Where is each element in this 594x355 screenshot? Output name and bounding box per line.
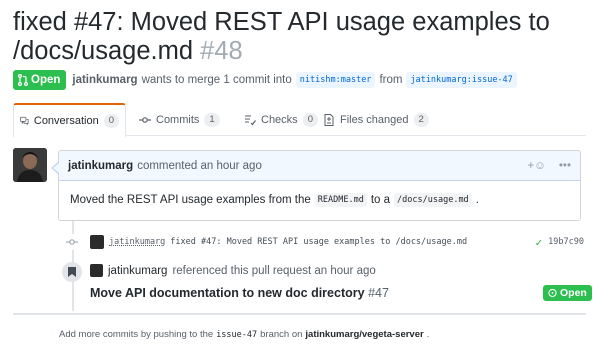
footer-middle: branch on [260, 329, 303, 340]
comment-body: Moved the REST API usage examples from t… [59, 181, 580, 219]
more-options-icon[interactable]: ••• [559, 160, 571, 172]
footer-suffix: . [426, 329, 430, 340]
head-branch[interactable]: jatinkumarg:issue-47 [406, 72, 517, 88]
comment-body-text-start: Moved the REST API usage examples from t… [70, 194, 311, 206]
pr-state-label: Open [31, 74, 61, 86]
pr-merge-text: wants to merge 1 commit into [141, 74, 292, 86]
referenced-issue-state-label: Open [560, 287, 587, 299]
commit-author-avatar[interactable] [90, 235, 104, 249]
tab-commits-count: 1 [204, 112, 220, 127]
pr-meta: Open jatinkumarg wants to merge 1 commit… [13, 70, 517, 90]
timeline-footer: Add more commits by pushing to the issue… [59, 329, 429, 340]
comment-actions: +☺ ••• [527, 160, 571, 172]
comment-code-readme: README.md [314, 193, 367, 207]
tab-commits[interactable]: Commits 1 [133, 103, 226, 136]
comment-box: jatinkumarg commented an hour ago +☺ •••… [51, 150, 581, 221]
comment-body-text-mid: to a [370, 194, 391, 206]
commit-message-link[interactable]: fixed #47: Moved REST API usage examples… [170, 237, 467, 247]
referenced-issue-number: #47 [368, 286, 389, 300]
comment-discussion-icon [20, 116, 29, 126]
reference-text: referenced this pull request an hour ago [172, 264, 376, 277]
reference-event: jatinkumarg referenced this pull request… [90, 264, 376, 277]
avatar[interactable] [13, 148, 47, 182]
footer-prefix: Add more commits by pushing to the [59, 329, 214, 340]
tab-checks[interactable]: Checks 0 [238, 103, 324, 136]
footer-branch: issue-47 [216, 329, 258, 340]
referenced-issue-title-text[interactable]: Move API documentation to new doc direct… [90, 286, 365, 300]
tab-conversation-count: 0 [103, 114, 119, 128]
git-commit-icon [139, 116, 151, 123]
tab-checks-count: 0 [302, 112, 318, 127]
bookmark-icon [62, 262, 82, 282]
comment-author-link[interactable]: jatinkumarg [68, 160, 133, 172]
pr-author-link[interactable]: jatinkumarg [72, 74, 137, 86]
comment-body-text-end: . [475, 194, 479, 206]
footer-repo-link[interactable]: jatinkumarg/vegeta-server [305, 329, 423, 340]
tab-checks-label: Checks [261, 113, 298, 126]
tab-conversation[interactable]: Conversation 0 [13, 103, 126, 137]
tab-files-changed[interactable]: Files changed 2 [317, 103, 435, 136]
base-branch[interactable]: nitishm:master [295, 72, 376, 88]
checklist-icon [245, 115, 256, 125]
tab-files-changed-count: 2 [413, 112, 429, 127]
tab-files-changed-label: Files changed [340, 113, 409, 126]
tab-conversation-label: Conversation [33, 115, 99, 127]
timeline-divider [13, 313, 586, 315]
issue-opened-icon [548, 288, 557, 298]
add-reaction-icon[interactable]: +☺ [527, 160, 545, 172]
comment-header: jatinkumarg commented an hour ago +☺ ••• [59, 151, 580, 181]
comment-code-usage: /docs/usage.md [394, 193, 472, 207]
file-diff-icon [324, 113, 334, 126]
referenced-issue-title[interactable]: Move API documentation to new doc direct… [90, 286, 389, 300]
pr-number: #48 [200, 37, 243, 65]
tab-commits-label: Commits [156, 113, 200, 126]
commit-row: jatinkumarg fixed #47: Moved REST API us… [64, 233, 586, 251]
git-commit-icon [64, 234, 80, 250]
reference-author-avatar[interactable] [90, 264, 103, 277]
user-photo-icon [13, 148, 47, 182]
check-success-icon[interactable]: ✓ [536, 236, 543, 249]
commit-sha-link[interactable]: 19b7c90 [548, 237, 584, 247]
pr-merge-info: jatinkumarg wants to merge 1 commit into… [72, 72, 517, 88]
pr-tabs: Conversation 0 Commits 1 Checks 0 Files … [13, 103, 586, 137]
pr-from-text: from [379, 74, 403, 86]
pr-title-text: fixed #47: Moved REST API usage examples… [13, 8, 550, 65]
referenced-issue-state-badge: Open [543, 285, 592, 301]
pr-title: fixed #47: Moved REST API usage examples… [13, 8, 583, 66]
comment-time[interactable]: commented an hour ago [137, 160, 262, 172]
reference-author-link[interactable]: jatinkumarg [108, 265, 167, 277]
commit-author-link[interactable]: jatinkumarg [109, 237, 165, 247]
git-pull-request-icon [18, 74, 28, 86]
pr-state-badge: Open [13, 70, 67, 90]
